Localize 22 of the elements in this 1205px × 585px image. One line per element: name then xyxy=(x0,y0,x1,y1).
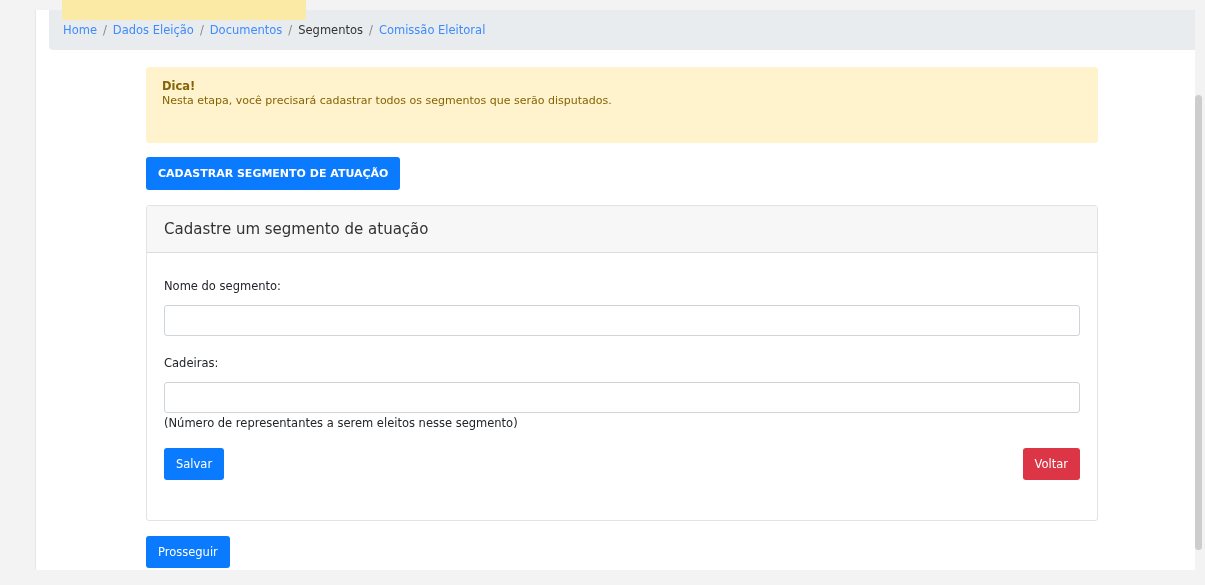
card-title: Cadastre um segmento de atuação xyxy=(147,206,1097,253)
save-button[interactable]: Salvar xyxy=(164,448,225,480)
field-label: Nome do segmento: xyxy=(164,279,282,293)
input-field[interactable] xyxy=(164,305,1080,336)
breadcrumb-link[interactable]: Home xyxy=(63,23,97,37)
alert-title: Dica! xyxy=(162,79,197,93)
field-label: Cadeiras: xyxy=(164,356,220,370)
breadcrumb-link[interactable]: Dados Eleição xyxy=(112,23,194,37)
back-button[interactable]: Voltar xyxy=(1022,448,1080,480)
breadcrumb-separator: / xyxy=(199,23,204,37)
breadcrumb-separator: / xyxy=(102,23,107,37)
breadcrumb-separator: / xyxy=(288,23,293,37)
register-segment-button[interactable]: CADASTRAR SEGMENTO DE ATUAÇÃO xyxy=(146,157,401,190)
alert-text: Nesta etapa, você precisará cadastrar todos os segmentos que serão disputados. xyxy=(162,94,612,107)
breadcrumb-link[interactable]: Comissão Eleitoral xyxy=(378,23,486,37)
field-help-text: (Número de representantes a serem eleitos nesse segmento) xyxy=(164,416,519,430)
breadcrumb-separator: / xyxy=(369,23,373,37)
input-field[interactable] xyxy=(164,382,1080,413)
continue-button[interactable]: Prosseguir xyxy=(146,536,230,568)
breadcrumb-link[interactable]: Documentos xyxy=(209,23,283,37)
breadcrumb-link[interactable]: Segmentos xyxy=(298,23,363,37)
scrollbar[interactable] xyxy=(1195,95,1202,550)
